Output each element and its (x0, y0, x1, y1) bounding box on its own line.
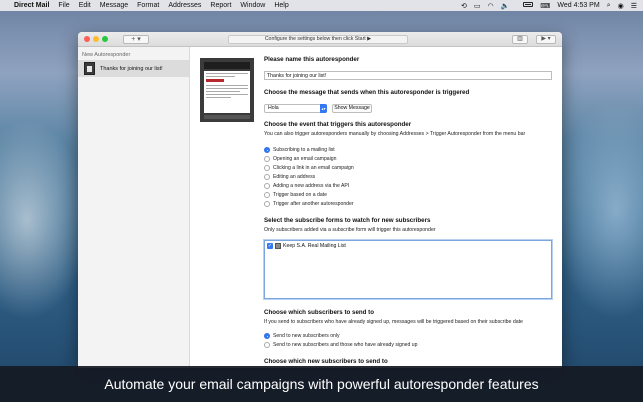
menu-file[interactable]: File (58, 2, 69, 9)
menu-window[interactable]: Window (240, 2, 265, 9)
menu-report[interactable]: Report (210, 2, 231, 9)
sidebar-group-label: New Autoresponder (82, 52, 131, 58)
menu-app-name[interactable]: Direct Mail (14, 2, 49, 9)
event-option-label: Trigger after another autoresponder (273, 201, 354, 207)
menu-icon[interactable]: ☰ (631, 2, 637, 10)
autoresponder-name-input[interactable] (264, 71, 552, 80)
checkbox-checked[interactable]: ✓ (267, 243, 273, 249)
event-option-date[interactable]: Trigger based on a date (264, 192, 327, 198)
screen-icon[interactable]: ▭ (474, 2, 481, 10)
forms-subtitle: Only subscribers added via a subscribe f… (264, 227, 436, 233)
send-option-label: Send to new subscribers and those who ha… (273, 342, 418, 348)
mailing-list-icon (275, 243, 281, 249)
menu-bar: Direct Mail File Edit Message Format Add… (0, 0, 643, 11)
event-option-label: Trigger based on a date (273, 192, 327, 198)
menu-clock[interactable]: Wed 4:53 PM (557, 2, 599, 9)
event-option-label: Adding a new address via the API (273, 183, 350, 189)
message-preview-thumbnail[interactable] (200, 58, 254, 122)
radio[interactable] (264, 201, 270, 207)
radio[interactable] (264, 174, 270, 180)
chevron-updown-icon: ▴▾ (320, 104, 327, 113)
radio[interactable] (264, 183, 270, 189)
battery-icon[interactable] (516, 2, 534, 9)
menu-message[interactable]: Message (100, 2, 128, 9)
close-button[interactable] (84, 36, 90, 42)
radio[interactable] (264, 156, 270, 162)
send-option-label: Send to new subscribers only (273, 333, 340, 339)
message-select[interactable]: Hola ▴▾ (264, 104, 327, 113)
event-option-subscribing[interactable]: Subscribing to a mailing list (264, 147, 335, 153)
event-option-opening[interactable]: Opening an email campaign (264, 156, 336, 162)
event-option-api[interactable]: Adding a new address via the API (264, 183, 349, 189)
event-option-clicking[interactable]: Clicking a link in an email campaign (264, 165, 354, 171)
zoom-button[interactable] (102, 36, 108, 42)
name-heading: Please name this autoresponder (264, 56, 360, 63)
sidebar: New Autoresponder Thanks for joining our… (78, 47, 190, 368)
report-chart-button[interactable]: ▥ (512, 35, 528, 44)
event-option-editing[interactable]: Editing an address (264, 174, 315, 180)
radio-selected[interactable] (264, 147, 270, 153)
menu-addresses[interactable]: Addresses (168, 2, 201, 9)
send-heading: Choose which subscribers to send to (264, 309, 375, 316)
start-button[interactable]: ▶ ▾ (536, 35, 556, 44)
list-item-label: Keep S.A. Real Mailing List (283, 243, 346, 249)
minimize-button[interactable] (93, 36, 99, 42)
event-heading: Choose the event that triggers this auto… (264, 121, 412, 128)
next-heading: Choose which new subscribers to send to (264, 358, 388, 365)
event-option-label: Clicking a link in an email campaign (273, 165, 354, 171)
list-item[interactable]: ✓ Keep S.A. Real Mailing List (265, 241, 551, 251)
send-option-all[interactable]: Send to new subscribers and those who ha… (264, 342, 417, 348)
title-bar: + ▾ Configure the settings below then cl… (78, 32, 562, 47)
radio[interactable] (264, 342, 270, 348)
app-window: + ▾ Configure the settings below then cl… (78, 32, 562, 368)
forms-heading: Select the subscribe forms to watch for … (264, 217, 431, 224)
menu-edit[interactable]: Edit (79, 2, 91, 9)
volume-icon[interactable]: 🔈 (501, 2, 510, 10)
radio-selected[interactable] (264, 333, 270, 339)
event-subtitle: You can also trigger autoresponders manu… (264, 131, 526, 137)
send-option-new-only[interactable]: Send to new subscribers only (264, 333, 340, 339)
send-subtitle: If you send to subscribers who have alre… (264, 319, 523, 325)
user-icon[interactable]: ◉ (618, 2, 624, 10)
subscribe-forms-list[interactable]: ✓ Keep S.A. Real Mailing List (264, 240, 552, 299)
main-pane: Please name this autoresponder Choose th… (190, 47, 562, 368)
menu-help[interactable]: Help (274, 2, 288, 9)
keyboard-icon[interactable]: ⌨ (540, 2, 550, 10)
sidebar-item-label: Thanks for joining our list! (100, 65, 163, 72)
time-machine-icon[interactable]: ⟲ (461, 2, 467, 10)
status-field: Configure the settings below then click … (228, 35, 408, 44)
desktop-wave-right (553, 100, 643, 320)
add-button[interactable]: + ▾ (123, 34, 149, 44)
show-message-button[interactable]: Show Message (332, 104, 372, 113)
event-option-label: Opening an email campaign (273, 156, 337, 162)
radio[interactable] (264, 192, 270, 198)
event-option-label: Editing an address (273, 174, 316, 180)
menu-format[interactable]: Format (137, 2, 159, 9)
event-option-label: Subscribing to a mailing list (273, 147, 335, 153)
search-icon[interactable]: ⌕ (607, 2, 611, 10)
event-option-after-autoresponder[interactable]: Trigger after another autoresponder (264, 201, 354, 207)
sidebar-item-autoresponder[interactable]: Thanks for joining our list! (78, 60, 189, 77)
promo-caption: Automate your email campaigns with power… (0, 366, 643, 402)
autoresponder-icon (84, 62, 95, 75)
message-heading: Choose the message that sends when this … (264, 89, 470, 96)
wifi-icon[interactable]: ◠ (487, 2, 493, 10)
message-select-value: Hola (268, 105, 279, 111)
radio[interactable] (264, 165, 270, 171)
desktop-wave-left (0, 120, 90, 320)
